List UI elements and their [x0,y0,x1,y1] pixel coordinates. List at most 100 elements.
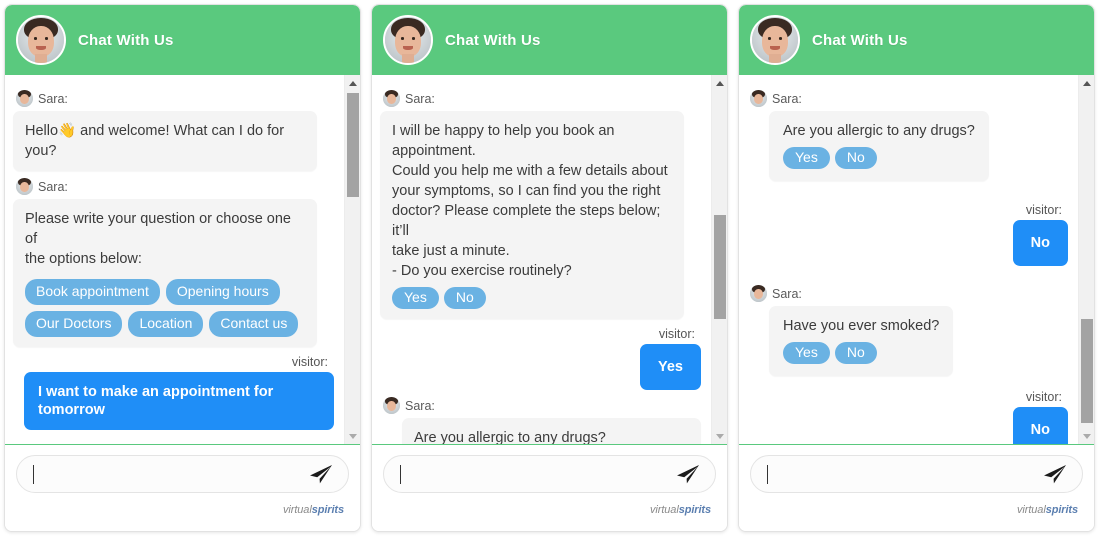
agent-name: Sara: [405,91,435,106]
chat-scrollbar[interactable] [711,75,727,444]
bot-bubble: Have you ever smoked? Yes No [769,306,954,376]
scroll-up-button[interactable] [1079,75,1094,91]
chevron-down-icon [1083,433,1091,439]
chip-yes[interactable]: Yes [783,147,830,169]
widget-footer: virtualspirits [372,445,727,531]
scroll-down-button[interactable] [345,428,360,444]
chat-scrollbar[interactable] [344,75,360,444]
chat-widget-panel-2: Chat With Us Sara: I will be happy to he… [371,4,728,532]
message-bot: Sara: Please write your question or choo… [13,177,334,347]
text-caret [33,464,34,484]
agent-name-row: Sara: [749,89,1068,108]
agent-name: Sara: [38,179,68,194]
agent-name-row: Sara: [382,396,701,415]
brand-logo: virtualspirits [383,504,716,516]
chip-book-appointment[interactable]: Book appointment [25,279,160,305]
scroll-down-button[interactable] [712,428,727,444]
scroll-down-button[interactable] [1079,428,1094,444]
bot-bubble: Hello👋 and welcome! What can I do for yo… [13,111,317,171]
scroll-up-button[interactable] [345,75,360,91]
send-button[interactable] [1042,463,1068,485]
visitor-bubble: No [1012,407,1068,444]
bubble-line: Hello👋 and welcome! What can I do for yo… [25,123,285,159]
bubble-line: Have you ever smoked? [783,318,940,334]
message-input-bar[interactable] [750,455,1083,493]
bubble-line: your symptoms, so I can find you the rig… [392,183,661,199]
chip-contact-us[interactable]: Contact us [209,311,299,337]
agent-avatar-icon [15,89,34,108]
agent-name-row: Sara: [382,89,701,108]
scrollbar-thumb[interactable] [1081,319,1093,423]
agent-name-row: Sara: [15,89,334,108]
agent-avatar-icon [382,89,401,108]
chat-body: Sara: Are you allergic to any drugs? Yes… [739,75,1094,445]
chip-opening-hours[interactable]: Opening hours [165,279,280,305]
header-title: Chat With Us [445,31,541,49]
agent-avatar-icon [383,15,433,65]
chat-body: Sara: I will be happy to help you book a… [372,75,727,445]
agent-avatar-icon [750,15,800,65]
bot-bubble: Please write your question or choose one… [13,199,317,347]
text-caret [400,464,401,484]
agent-name: Sara: [772,286,802,301]
chip-no[interactable]: No [834,147,877,169]
bubble-line: - Do you exercise routinely? [392,263,572,279]
scrollbar-thumb[interactable] [714,215,726,319]
agent-avatar-icon [16,15,66,65]
paper-plane-icon [677,465,699,484]
visitor-label: visitor: [1025,390,1062,404]
message-visitor: visitor: No [747,390,1068,444]
bubble-line: Are you allergic to any drugs? [414,430,606,444]
widget-header: Chat With Us [5,5,360,75]
visitor-label: visitor: [1025,203,1062,217]
widget-footer: virtualspirits [5,445,360,531]
quick-reply-chips: Yes No [783,147,975,169]
quick-reply-chips: Book appointment Opening hours Our Docto… [25,279,305,337]
chat-widget-panel-1: Chat With Us Sara: Hello👋 and welcome! W… [4,4,361,532]
message-visitor: visitor: I want to make an appointment f… [13,355,334,430]
message-visitor: visitor: No [747,203,1068,266]
chip-yes[interactable]: Yes [783,342,830,364]
widget-footer: virtualspirits [739,445,1094,531]
chip-yes[interactable]: Yes [392,287,439,309]
widget-header: Chat With Us [739,5,1094,75]
bubble-line: Could you help me with a few details abo… [392,163,668,179]
agent-avatar-icon [382,396,401,415]
chip-no[interactable]: No [834,342,877,364]
paper-plane-icon [1044,465,1066,484]
agent-name: Sara: [405,398,435,413]
agent-avatar-icon [749,89,768,108]
message-input-bar[interactable] [383,455,716,493]
send-button[interactable] [308,463,334,485]
widget-header: Chat With Us [372,5,727,75]
message-visitor: visitor: Yes [380,327,701,390]
visitor-bubble: Yes [640,344,701,390]
visitor-bubble: No [1012,220,1068,266]
brand-suffix: spirits [311,504,344,516]
brand-prefix: virtual [1017,504,1046,516]
bubble-line: the options below: [25,251,142,267]
agent-avatar-icon [749,284,768,303]
bubble-line: appointment. [392,143,476,159]
brand-prefix: virtual [650,504,679,516]
chat-scroll-area: Sara: Are you allergic to any drugs? Yes… [739,75,1078,444]
chip-location[interactable]: Location [128,311,204,337]
bot-bubble: Are you allergic to any drugs? [402,418,701,444]
brand-suffix: spirits [1045,504,1078,516]
chip-our-doctors[interactable]: Our Doctors [25,311,123,337]
message-bot: Sara: I will be happy to help you book a… [380,89,701,319]
header-title: Chat With Us [78,31,174,49]
scroll-up-button[interactable] [712,75,727,91]
quick-reply-chips: Yes No [783,342,939,364]
message-input-bar[interactable] [16,455,349,493]
scrollbar-thumb[interactable] [347,93,359,197]
chevron-up-icon [349,80,357,86]
quick-reply-chips: Yes No [392,287,672,309]
bot-bubble: Are you allergic to any drugs? Yes No [769,111,989,181]
chip-no[interactable]: No [443,287,486,309]
message-bot: Sara: Are you allergic to any drugs? [380,396,701,444]
chat-scrollbar[interactable] [1078,75,1094,444]
chevron-down-icon [716,433,724,439]
brand-logo: virtualspirits [16,504,349,516]
send-button[interactable] [675,463,701,485]
